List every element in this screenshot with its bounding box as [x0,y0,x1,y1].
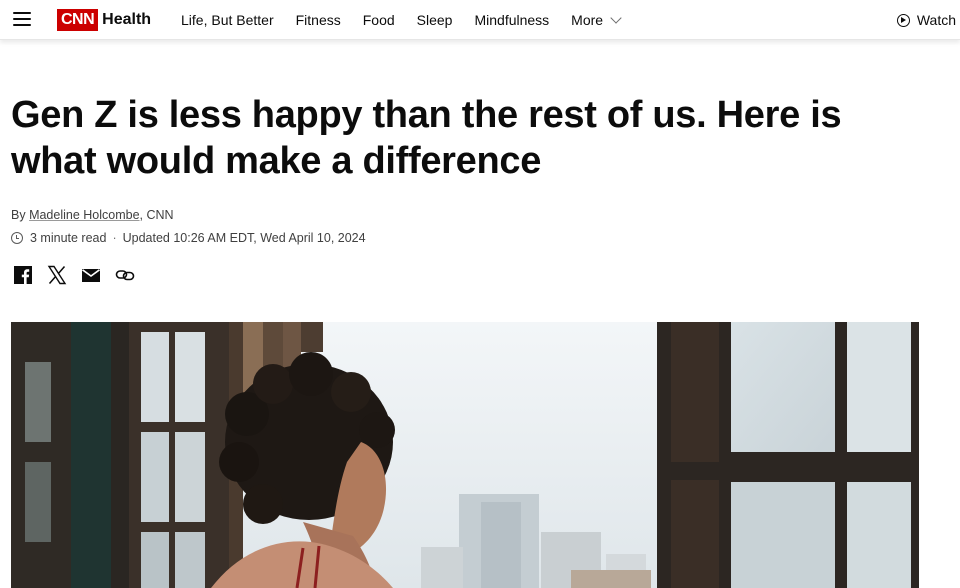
hero-photo-illustration [11,322,919,588]
play-icon [896,13,910,27]
clock-icon [11,232,23,244]
cnn-logo: CNN [57,9,99,31]
watch-button[interactable]: Watch [896,0,956,40]
nav-more-label: More [571,12,604,28]
nav-food[interactable]: Food [363,12,395,28]
section-name: Health [102,11,152,28]
article-meta: 3 minute read · Updated 10:26 AM EDT, We… [11,231,366,245]
nav-mindfulness[interactable]: Mindfulness [474,12,549,28]
section-nav: Life, But Better Fitness Food Sleep Mind… [181,0,642,40]
link-icon[interactable] [114,264,136,286]
x-icon[interactable] [46,264,68,286]
byline-prefix: By [11,208,30,222]
read-time: 3 minute read [30,231,107,245]
site-header: CNN Health Life, But Better Fitness Food… [0,0,960,40]
share-bar [12,264,148,286]
article-headline: Gen Z is less happy than the rest of us.… [11,94,842,182]
menu-icon[interactable] [13,12,31,28]
watch-label: Watch [916,12,956,28]
updated-timestamp: Updated 10:26 AM EDT, Wed April 10, 2024 [122,231,366,245]
byline-suffix: , CNN [139,208,174,222]
facebook-icon[interactable] [12,264,34,286]
byline: By Madeline Holcombe, CNN [11,208,174,222]
nav-life-but-better[interactable]: Life, But Better [181,12,274,28]
chevron-down-icon [610,12,622,24]
cnn-health-logo[interactable]: CNN Health [57,9,151,31]
author-link[interactable]: Madeline Holcombe [29,208,139,222]
nav-fitness[interactable]: Fitness [296,12,341,28]
separator-dot: · [112,231,117,245]
nav-sleep[interactable]: Sleep [417,12,453,28]
nav-more-button[interactable]: More [571,12,622,28]
email-icon[interactable] [80,264,102,286]
hero-image[interactable] [11,322,919,588]
